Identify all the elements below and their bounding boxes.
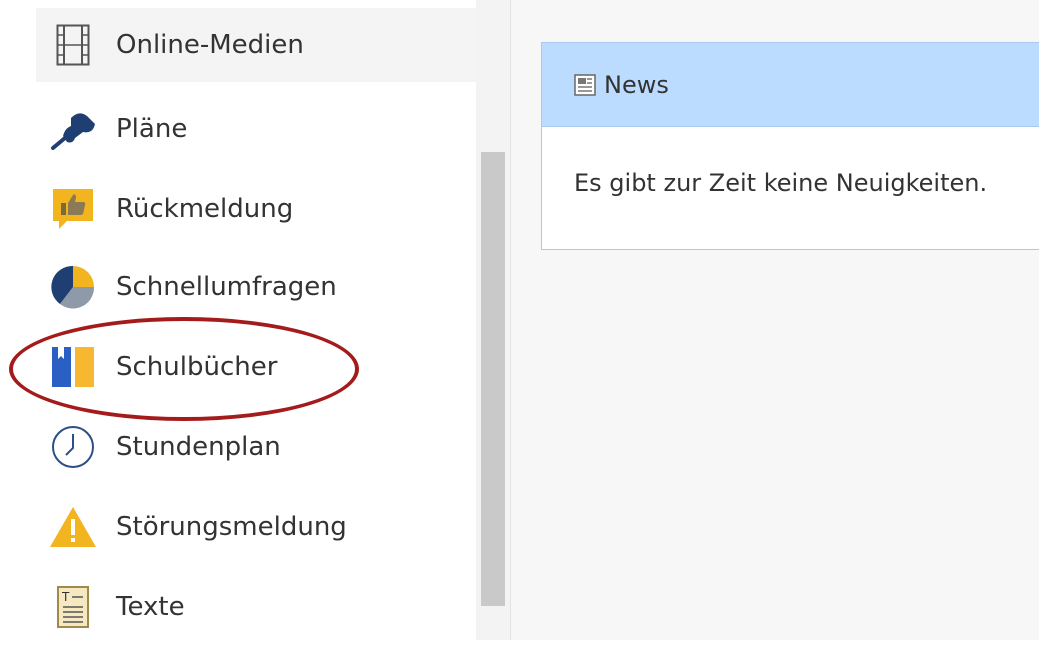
- newspaper-icon: [574, 73, 596, 96]
- sidebar-item-label: Rückmeldung: [116, 194, 294, 224]
- pushpin-icon: [48, 104, 98, 154]
- sidebar-item-label: Schulbücher: [116, 352, 278, 382]
- sidebar-item-plaene[interactable]: Pläne: [36, 90, 476, 168]
- svg-text:T: T: [61, 590, 70, 604]
- sidebar-item-rueckmeldung[interactable]: Rückmeldung: [36, 170, 476, 248]
- main-content: News Es gibt zur Zeit keine Neuigkeiten.: [511, 0, 1039, 640]
- thumbs-up-icon: [48, 184, 98, 234]
- sidebar-item-online-medien[interactable]: Online-Medien: [36, 8, 476, 82]
- news-message: Es gibt zur Zeit keine Neuigkeiten.: [574, 169, 988, 197]
- news-title: News: [604, 70, 669, 99]
- sidebar-item-stoerungsmeldung[interactable]: Störungsmeldung: [36, 488, 476, 566]
- news-panel: News Es gibt zur Zeit keine Neuigkeiten.: [541, 42, 1039, 250]
- book-icon: [48, 342, 98, 392]
- scrollbar-thumb[interactable]: [481, 152, 505, 606]
- sidebar-item-label: Schnellumfragen: [116, 272, 337, 302]
- clock-icon: [48, 422, 98, 472]
- sidebar-item-label: Stundenplan: [116, 432, 281, 462]
- pie-chart-icon: [48, 262, 98, 312]
- news-panel-header: News: [542, 43, 1039, 127]
- sidebar-item-schnellumfragen[interactable]: Schnellumfragen: [36, 248, 476, 326]
- film-icon: [48, 20, 98, 70]
- sidebar-item-stundenplan[interactable]: Stundenplan: [36, 408, 476, 486]
- text-document-icon: T: [48, 582, 98, 632]
- warning-icon: [48, 502, 98, 552]
- sidebar-item-label: Störungsmeldung: [116, 512, 347, 542]
- sidebar-item-texte[interactable]: T Texte: [36, 568, 476, 646]
- sidebar-item-label: Online-Medien: [116, 30, 304, 60]
- sidebar-item-label: Texte: [116, 592, 185, 622]
- sidebar: Online-Medien Pläne Rückmeldung Schnellu…: [0, 0, 511, 640]
- sidebar-item-schulbuecher[interactable]: Schulbücher: [36, 328, 476, 406]
- sidebar-item-label: Pläne: [116, 114, 188, 144]
